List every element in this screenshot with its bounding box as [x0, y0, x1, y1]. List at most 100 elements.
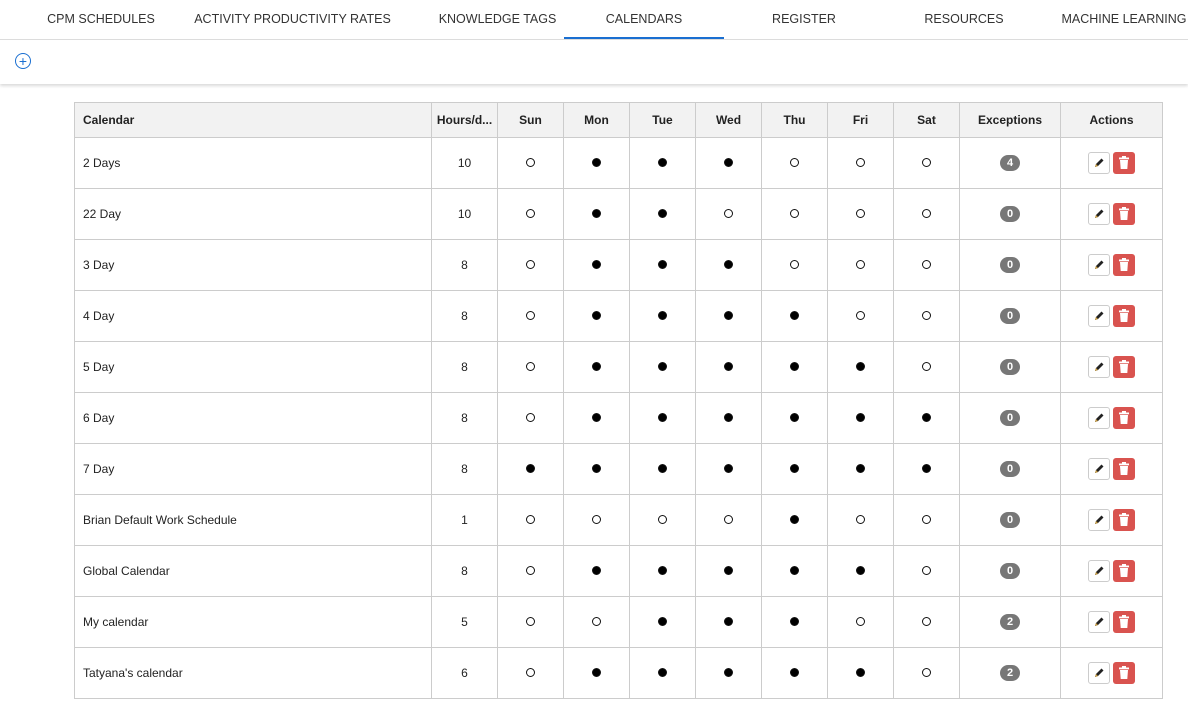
- tab-cpm-schedules[interactable]: CPM SCHEDULES: [20, 0, 182, 38]
- table-row[interactable]: Tatyana's calendar 6 2: [74, 647, 1163, 699]
- trash-icon: [1119, 156, 1129, 169]
- tab-knowledge-tags[interactable]: KNOWLEDGE TAGS: [415, 0, 580, 38]
- day-tue: [629, 137, 696, 189]
- trash-icon: [1119, 309, 1129, 322]
- edit-button[interactable]: [1088, 509, 1110, 531]
- edit-button[interactable]: [1088, 611, 1110, 633]
- day-thu: [761, 596, 828, 648]
- day-wed: [695, 494, 762, 546]
- working-day-filled-circle-icon: [658, 209, 667, 218]
- edit-button[interactable]: [1088, 356, 1110, 378]
- working-day-filled-circle-icon: [724, 617, 733, 626]
- non-working-day-circle-icon: [922, 668, 931, 677]
- non-working-day-circle-icon: [856, 260, 865, 269]
- non-working-day-circle-icon: [922, 260, 931, 269]
- table-row[interactable]: Global Calendar 8 0: [74, 545, 1163, 597]
- day-wed: [695, 290, 762, 342]
- hours-per-day: 10: [431, 137, 498, 189]
- actions: [1060, 494, 1163, 546]
- day-mon: [563, 137, 630, 189]
- calendar-name: 7 Day: [74, 443, 432, 495]
- pencil-icon: [1095, 617, 1104, 626]
- edit-button[interactable]: [1088, 458, 1110, 480]
- day-fri: [827, 443, 894, 495]
- day-mon: [563, 443, 630, 495]
- edit-button[interactable]: [1088, 305, 1110, 327]
- exceptions-badge: 0: [1000, 563, 1020, 579]
- working-day-filled-circle-icon: [658, 464, 667, 473]
- table-row[interactable]: 4 Day 8 0: [74, 290, 1163, 342]
- delete-button[interactable]: [1113, 458, 1135, 480]
- delete-button[interactable]: [1113, 305, 1135, 327]
- non-working-day-circle-icon: [724, 209, 733, 218]
- day-thu: [761, 545, 828, 597]
- working-day-filled-circle-icon: [658, 668, 667, 677]
- non-working-day-circle-icon: [592, 515, 601, 524]
- table-row[interactable]: 6 Day 8 0: [74, 392, 1163, 444]
- non-working-day-circle-icon: [922, 617, 931, 626]
- working-day-filled-circle-icon: [790, 617, 799, 626]
- day-fri: [827, 647, 894, 699]
- exceptions-badge: 0: [1000, 359, 1020, 375]
- non-working-day-circle-icon: [592, 617, 601, 626]
- working-day-filled-circle-icon: [592, 158, 601, 167]
- table-row[interactable]: 7 Day 8 0: [74, 443, 1163, 495]
- edit-button[interactable]: [1088, 662, 1110, 684]
- table-row[interactable]: 5 Day 8 0: [74, 341, 1163, 393]
- edit-button[interactable]: [1088, 560, 1110, 582]
- working-day-filled-circle-icon: [790, 668, 799, 677]
- table-row[interactable]: My calendar 5 2: [74, 596, 1163, 648]
- working-day-filled-circle-icon: [592, 209, 601, 218]
- working-day-filled-circle-icon: [790, 464, 799, 473]
- delete-button[interactable]: [1113, 254, 1135, 276]
- table-row[interactable]: Brian Default Work Schedule 1 0: [74, 494, 1163, 546]
- hours-per-day: 8: [431, 341, 498, 393]
- table-row[interactable]: 3 Day 8 0: [74, 239, 1163, 291]
- edit-button[interactable]: [1088, 407, 1110, 429]
- calendar-name: Global Calendar: [74, 545, 432, 597]
- day-sun: [497, 290, 564, 342]
- tab-activity-productivity-rates[interactable]: ACTIVITY PRODUCTIVITY RATES: [190, 0, 395, 38]
- working-day-filled-circle-icon: [790, 311, 799, 320]
- pencil-icon: [1095, 260, 1104, 269]
- edit-button[interactable]: [1088, 152, 1110, 174]
- working-day-filled-circle-icon: [658, 617, 667, 626]
- day-tue: [629, 392, 696, 444]
- working-day-filled-circle-icon: [658, 260, 667, 269]
- delete-button[interactable]: [1113, 203, 1135, 225]
- day-thu: [761, 392, 828, 444]
- working-day-filled-circle-icon: [592, 566, 601, 575]
- delete-button[interactable]: [1113, 662, 1135, 684]
- exceptions: 0: [959, 443, 1061, 495]
- day-fri: [827, 290, 894, 342]
- day-mon: [563, 290, 630, 342]
- exceptions: 0: [959, 545, 1061, 597]
- tab-register[interactable]: REGISTER: [735, 0, 873, 38]
- day-fri: [827, 341, 894, 393]
- delete-button[interactable]: [1113, 356, 1135, 378]
- add-calendar-button[interactable]: +: [15, 53, 31, 69]
- day-sat: [893, 239, 960, 291]
- edit-button[interactable]: [1088, 254, 1110, 276]
- pencil-icon: [1095, 311, 1104, 320]
- delete-button[interactable]: [1113, 509, 1135, 531]
- tab-calendars[interactable]: CALENDARS: [564, 0, 724, 39]
- day-thu: [761, 647, 828, 699]
- day-mon: [563, 545, 630, 597]
- exceptions: 0: [959, 239, 1061, 291]
- non-working-day-circle-icon: [922, 158, 931, 167]
- edit-button[interactable]: [1088, 203, 1110, 225]
- tab-resources[interactable]: RESOURCES: [885, 0, 1043, 38]
- delete-button[interactable]: [1113, 611, 1135, 633]
- tab-machine-learning[interactable]: MACHINE LEARNING: [1060, 0, 1188, 38]
- actions: [1060, 290, 1163, 342]
- delete-button[interactable]: [1113, 152, 1135, 174]
- day-sat: [893, 290, 960, 342]
- delete-button[interactable]: [1113, 560, 1135, 582]
- non-working-day-circle-icon: [526, 362, 535, 371]
- delete-button[interactable]: [1113, 407, 1135, 429]
- table-row[interactable]: 2 Days 10 4: [74, 137, 1163, 189]
- exceptions-badge: 2: [1000, 614, 1020, 630]
- day-mon: [563, 596, 630, 648]
- table-row[interactable]: 22 Day 10 0: [74, 188, 1163, 240]
